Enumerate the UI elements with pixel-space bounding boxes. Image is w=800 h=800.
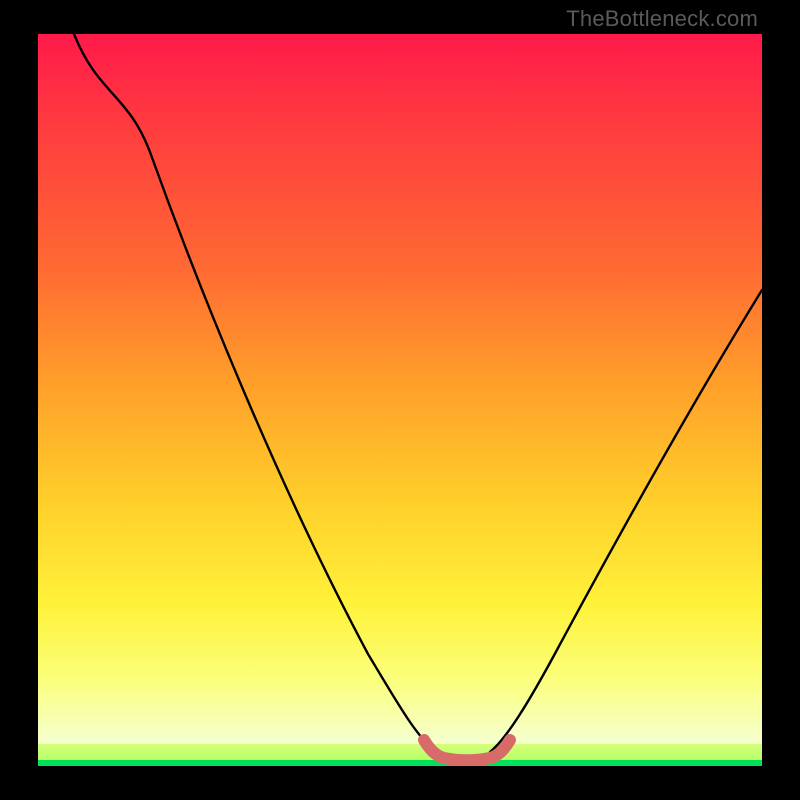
plot-area [38, 34, 762, 766]
bottleneck-curve [74, 34, 762, 759]
minimum-highlight [424, 740, 510, 760]
chart-frame: TheBottleneck.com [0, 0, 800, 800]
watermark-text: TheBottleneck.com [566, 6, 758, 32]
curve-layer [38, 34, 762, 766]
